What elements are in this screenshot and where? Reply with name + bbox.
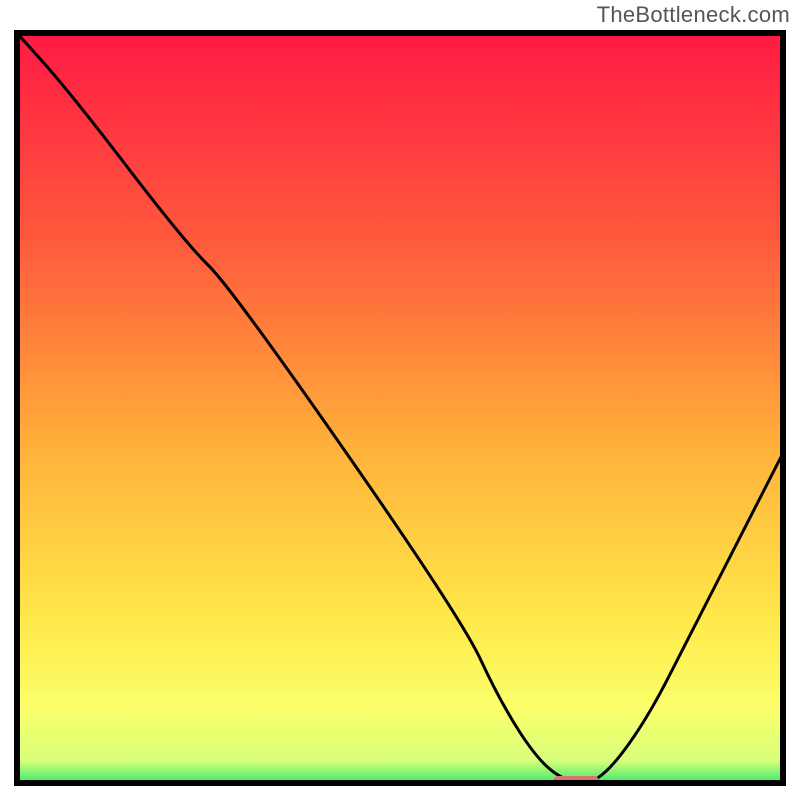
watermark-text: TheBottleneck.com [597, 2, 790, 28]
bottleneck-plot [14, 30, 786, 786]
gradient-background [17, 33, 783, 783]
chart-container: TheBottleneck.com [0, 0, 800, 800]
chart-svg [14, 30, 786, 786]
